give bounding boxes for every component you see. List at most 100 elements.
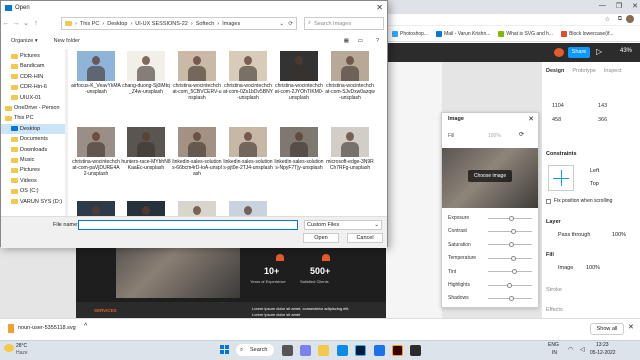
close-icon[interactable]: ✕ [632,2,638,10]
open-button[interactable]: Open [303,233,339,243]
breadcrumb-images[interactable]: Images [222,21,240,27]
windows-start-icon[interactable] [220,345,229,354]
file-item[interactable]: christina-wocintechchat-com-SJvDxw0azqw-… [325,51,375,101]
sidebar-item[interactable]: Desktop [1,123,65,134]
adjustment-slider[interactable]: Shadows [448,294,534,302]
organize-menu[interactable]: Organize ▾ [11,38,38,44]
tab-inspect[interactable]: Inspect [604,68,622,74]
bookmark-photoshop[interactable]: Photoshop... [392,30,428,37]
play-icon[interactable]: ▷ [596,47,602,56]
tab-prototype[interactable]: Prototype [572,68,596,74]
file-item[interactable] [223,201,273,216]
maximize-icon[interactable]: ❐ [616,2,622,10]
navigation-scrollbar[interactable] [65,49,68,216]
close-icon[interactable]: ✕ [528,115,534,123]
weather-icon[interactable] [4,344,14,352]
slider-thumb[interactable] [510,255,516,261]
slider-thumb[interactable] [512,269,518,275]
sidebar-item[interactable]: UIUX-01 [1,93,41,103]
breadcrumb-this-pc[interactable]: This PC [80,21,100,27]
help-icon[interactable]: ? [376,38,379,44]
forward-icon[interactable]: → [11,20,21,27]
file-type-select[interactable]: Custom Files ⌄ [304,220,382,230]
edge-icon[interactable] [337,345,348,356]
sidebar-item[interactable]: Documents [1,134,48,144]
chevron-down-icon[interactable]: ⌄ [279,21,284,27]
sidebar-item[interactable]: CDR-HIN [1,72,43,82]
zoom-level[interactable]: 43% [620,48,632,54]
clock-time[interactable]: 13:23 [596,342,609,348]
fill-type[interactable]: Image [558,265,573,271]
close-icon[interactable]: ✕ [376,3,383,12]
taskbar-search[interactable]: ⌕ Search [236,344,274,356]
adjustment-slider[interactable]: Exposure [448,214,534,222]
bookmark-mail[interactable]: Mail - Varun Krishn... [436,30,490,37]
sidebar-item[interactable]: OneDrive - Person [1,103,60,113]
file-item[interactable]: hunters-race-MYbhN8KaaEc-unsplash [121,127,171,171]
user-avatar[interactable] [554,48,564,57]
share-button[interactable]: Share [568,47,590,58]
sidebar-item[interactable]: Downloads [1,145,47,155]
view-options-icon[interactable]: ▦ [344,38,349,44]
slider-thumb[interactable] [511,228,517,234]
illustrator-icon[interactable] [392,345,403,356]
fill-opacity[interactable]: 100% [586,265,600,271]
search-input[interactable]: ⌕ Search Images [304,17,384,30]
download-item[interactable]: noun-user-5355118.svg [18,325,76,331]
photoshop-icon[interactable] [355,345,366,356]
clock-date[interactable]: 05-12-2022 [590,350,616,356]
volume-icon[interactable]: ◁ [580,346,585,353]
fix-scroll-checkbox[interactable]: Fix position when scrolling [546,198,612,204]
task-view-icon[interactable] [282,345,293,356]
file-item[interactable]: linkedin-sales-solutions-pjt0e-2TJ4-unsp… [223,127,273,171]
file-item[interactable]: christina-wocintechchat-com-2JYOhTIKM0-u… [274,51,324,101]
file-item[interactable]: christina-wocintechchat-com_5CBVCERV-uns… [172,51,222,101]
file-item[interactable]: christina-wocintechchat-com-paVjDURE4A2-… [71,127,121,177]
file-item[interactable]: linkedin-sales-solutions-66bcm4rD-loA-un… [172,127,222,177]
address-bar[interactable]: ☆ ⧉ [388,14,640,26]
file-item[interactable]: airfocus-K_VeavYkMA-unsplash [71,51,121,95]
back-icon[interactable]: ← [1,20,11,27]
fill-mode-select[interactable]: Fill [448,133,454,139]
w-field[interactable]: 458 [552,117,561,123]
h-field[interactable]: 366 [598,117,607,123]
file-name-input[interactable] [78,220,298,230]
layer-opacity[interactable]: 100% [612,232,626,238]
sidebar-item[interactable]: Music [1,155,34,165]
tab-design[interactable]: Design [546,68,564,74]
effects-heading[interactable]: Effects [546,307,563,313]
star-icon[interactable]: ☆ [605,16,610,23]
lang-indicator[interactable]: ENG [548,342,559,348]
breadcrumb-softech[interactable]: Softech [196,21,215,27]
chrome-icon[interactable] [374,345,385,356]
y-field[interactable]: 143 [598,103,607,109]
file-item[interactable] [121,201,171,216]
adjustment-slider[interactable]: Temperature [448,254,534,262]
address-bar[interactable]: › This PC › Desktop › UI-UX SESSIONS-22 … [61,17,297,30]
left-constraint-select[interactable]: Left [590,168,599,174]
slider-thumb[interactable] [509,215,515,221]
avatar[interactable] [626,15,634,23]
sidebar-item[interactable]: VARUN SYS (D:) [1,197,62,207]
show-all-button[interactable]: Show all [590,323,624,335]
teams-icon[interactable] [300,345,311,356]
figma-icon[interactable] [410,345,421,356]
chevron-up-icon[interactable]: ^ [84,323,87,330]
new-folder-button[interactable]: New folder [54,38,80,44]
bookmark-block[interactable]: Block lowercase(if... [561,30,614,37]
blend-mode-select[interactable]: Pass through [558,232,590,238]
file-explorer-icon[interactable] [318,345,329,356]
breadcrumb-sessions[interactable]: UI-UX SESSIONS-22 [135,21,188,27]
breadcrumb-desktop[interactable]: Desktop [107,21,127,27]
sidebar-item[interactable]: Bandicam [1,61,44,71]
weather-temp[interactable]: 28°C [16,343,27,349]
adjustment-slider[interactable]: Highlights [448,281,534,289]
slider-thumb[interactable] [509,242,515,248]
wifi-icon[interactable]: ◠ [568,346,573,353]
file-item[interactable]: christina-wocintechchat-com-0Zx1bDv5BNY-… [223,51,273,101]
slider-thumb[interactable] [509,295,515,301]
preview-pane-icon[interactable]: ▭ [358,38,363,44]
adjustment-slider[interactable]: Tint [448,268,534,276]
slider-thumb[interactable] [507,282,512,288]
up-icon[interactable]: ↑ [31,20,41,27]
